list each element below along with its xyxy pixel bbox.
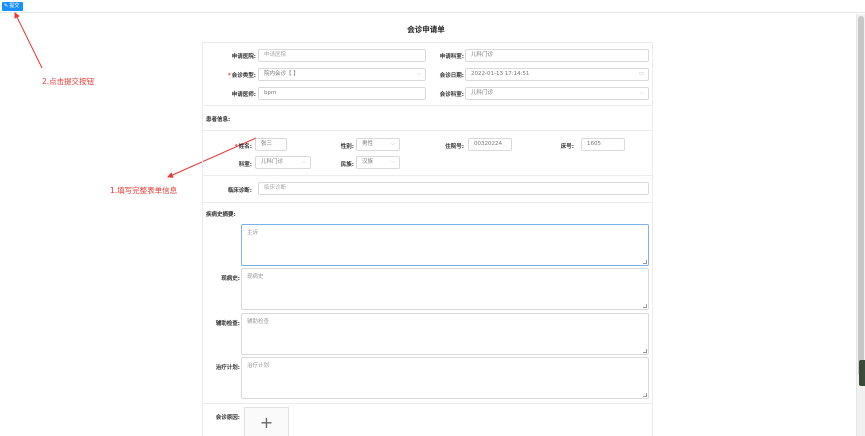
page-title: 会诊申请单 xyxy=(407,25,445,34)
patient-name-input[interactable]: 张三 xyxy=(255,138,287,151)
bed-no-label: 床号: xyxy=(560,144,574,150)
patient-section-title: 患者信息: xyxy=(206,117,231,123)
scrollbar-thumb[interactable] xyxy=(858,16,864,376)
resize-handle-icon[interactable] xyxy=(643,260,647,264)
apply-dept-input[interactable]: 儿科门诊 xyxy=(465,49,649,62)
present-illness-label: 现病史: xyxy=(221,276,240,282)
ethnicity-label: 民族: xyxy=(340,162,354,168)
apply-hospital-input[interactable]: 申请医院 xyxy=(258,49,426,62)
consult-date-label: 会诊日期: xyxy=(439,73,464,79)
apply-dept-label: 申请科室: xyxy=(439,54,464,60)
present-illness-textarea[interactable]: 现病史 xyxy=(241,268,649,310)
divider xyxy=(202,202,653,203)
divider xyxy=(202,105,653,106)
consult-reason-label: 会诊原因: xyxy=(215,415,240,421)
annotation-step1: 1.填写完整表单信息 xyxy=(110,186,178,195)
history-section-title: 疾病史摘要: xyxy=(206,212,236,218)
consult-dept-label: 会诊科室: xyxy=(439,92,464,98)
plus-icon: + xyxy=(259,413,274,432)
patient-name-label: *姓名: xyxy=(234,144,252,150)
treatment-plan-label: 治疗计划: xyxy=(215,365,240,371)
upload-button[interactable]: + xyxy=(244,407,289,436)
dept-label: 科室: xyxy=(238,162,252,168)
gender-select[interactable]: 男性 ⌵ xyxy=(356,138,400,151)
aux-exam-textarea[interactable]: 辅助检查 xyxy=(241,313,649,355)
bed-no-input[interactable]: 1605 xyxy=(581,138,625,151)
side-panel-tab[interactable] xyxy=(859,360,865,386)
ethnicity-select[interactable]: 汉族 ⌵ xyxy=(356,156,400,169)
diagnosis-label: 临床诊断: xyxy=(227,188,252,194)
resize-handle-icon[interactable] xyxy=(643,349,647,353)
chevron-down-icon: ⌵ xyxy=(301,159,306,165)
gender-label: 性别: xyxy=(340,144,354,150)
aux-exam-label: 辅助检查: xyxy=(215,321,240,327)
chevron-down-icon: ⌵ xyxy=(639,90,644,96)
apply-doctor-input[interactable]: bpm xyxy=(258,87,426,100)
toolbar: ✎ 提交 xyxy=(0,0,865,13)
diagnosis-input[interactable]: 临床诊断 xyxy=(258,182,649,195)
chief-complaint-textarea[interactable]: 主诉 xyxy=(241,224,649,266)
apply-doctor-label: 申请医师: xyxy=(231,92,256,98)
arrow-to-submit xyxy=(14,12,43,69)
calendar-icon: ▭ xyxy=(638,71,644,77)
divider xyxy=(202,403,653,404)
consult-dept-select[interactable]: 儿科门诊 ⌵ xyxy=(465,87,649,100)
annotation-step2: 2.点击提交按钮 xyxy=(42,77,95,86)
apply-hospital-label: 申请医院: xyxy=(231,54,256,60)
resize-handle-icon[interactable] xyxy=(643,393,647,397)
consult-type-select[interactable]: 院内会诊【 】 ⌵ xyxy=(258,68,426,81)
treatment-plan-textarea[interactable]: 治疗计划 xyxy=(241,357,649,399)
edit-icon: ✎ xyxy=(4,3,9,9)
consult-date-picker[interactable]: 2022-01-13 17:14:51 ▭ xyxy=(465,68,649,81)
submit-button[interactable]: ✎ 提交 xyxy=(2,2,23,11)
dept-select[interactable]: 儿科门诊 ⌵ xyxy=(255,156,311,169)
divider xyxy=(202,175,653,176)
chevron-down-icon: ⌵ xyxy=(390,141,395,147)
submit-button-label: 提交 xyxy=(9,3,20,9)
chevron-down-icon: ⌵ xyxy=(416,71,421,77)
divider xyxy=(202,130,653,131)
chevron-down-icon: ⌵ xyxy=(390,159,395,165)
consult-type-label: *会诊类型: xyxy=(227,73,256,79)
inpatient-no-label: 住院号: xyxy=(445,144,464,150)
divider xyxy=(202,42,653,43)
resize-handle-icon[interactable] xyxy=(643,304,647,308)
inpatient-no-input[interactable]: 00320224 xyxy=(468,138,512,151)
